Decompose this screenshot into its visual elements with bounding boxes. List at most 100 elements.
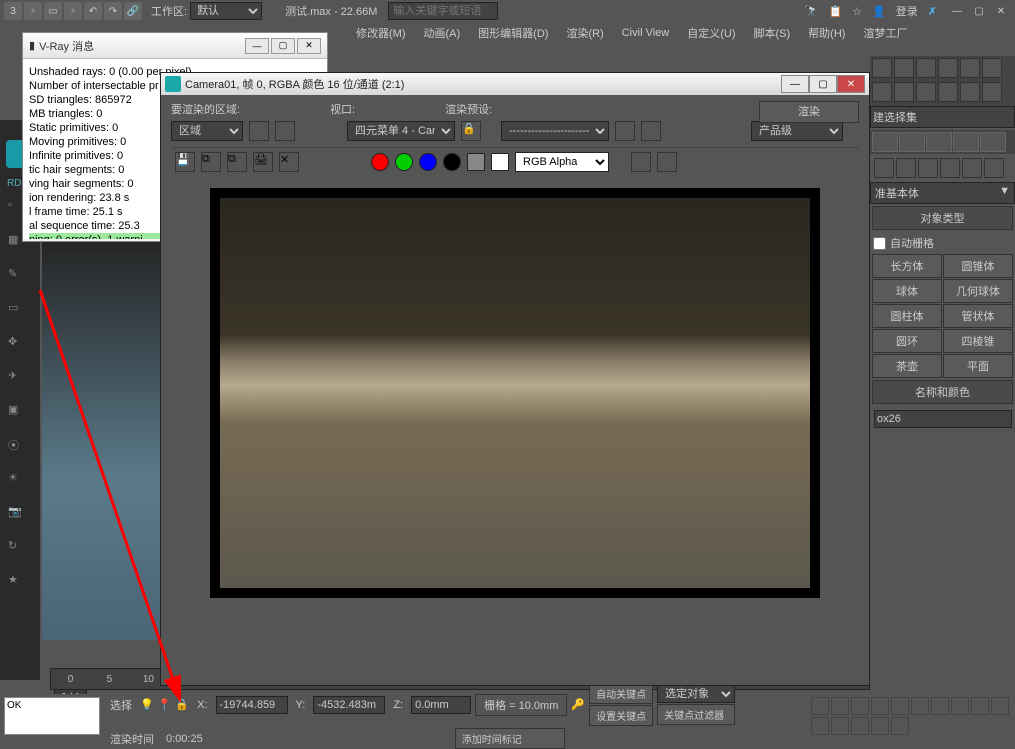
tool-icon[interactable] — [894, 82, 914, 102]
space-icon[interactable] — [984, 158, 1004, 178]
prim-box[interactable]: 长方体 — [872, 254, 942, 278]
goto-start-icon[interactable] — [811, 697, 829, 715]
region-opt1-icon[interactable] — [249, 121, 269, 141]
object-name-input[interactable] — [874, 410, 1012, 428]
light-obj-icon[interactable] — [918, 158, 938, 178]
menu-modifiers[interactable]: 修改器(M) — [350, 22, 412, 44]
print-icon[interactable]: 🖨 — [253, 152, 273, 172]
nav-icon[interactable] — [891, 717, 909, 735]
key-filter-button[interactable]: 关键点过滤器 — [657, 704, 735, 725]
binoculars-icon[interactable]: 🔭 — [805, 5, 819, 18]
redo-icon[interactable]: ↷ — [104, 2, 122, 20]
save-file-icon[interactable]: ▫ — [64, 2, 82, 20]
save-img-icon[interactable]: 💾 — [175, 152, 195, 172]
object-type-header[interactable]: 对象类型 — [872, 206, 1013, 230]
login-label[interactable]: 登录 — [896, 3, 918, 19]
viewport-background[interactable] — [42, 240, 162, 640]
render-minimize-button[interactable]: — — [781, 75, 809, 93]
prim-pyramid[interactable]: 四棱锥 — [943, 329, 1013, 353]
maxscript-listener[interactable]: OK — [4, 697, 100, 735]
z-coord-input[interactable] — [411, 696, 471, 714]
open-file-icon[interactable]: ▭ — [44, 2, 62, 20]
name-color-header[interactable]: 名称和颜色 — [872, 380, 1013, 404]
render-close-button[interactable]: ✕ — [837, 75, 865, 93]
hierarchy-tab-icon[interactable] — [926, 132, 952, 152]
prim-cylinder[interactable]: 圆柱体 — [872, 304, 942, 328]
blue-channel-icon[interactable] — [419, 153, 437, 171]
vray-titlebar[interactable]: ▮ V-Ray 消息 — ▢ ✕ — [23, 33, 327, 59]
prim-torus[interactable]: 圆环 — [872, 329, 942, 353]
render-maximize-button[interactable]: ▢ — [809, 75, 837, 93]
region-select[interactable]: 区域 — [171, 121, 243, 141]
geom-icon[interactable] — [874, 158, 894, 178]
primitive-set-dropdown[interactable]: 准基本体▼ — [870, 182, 1015, 204]
prim-teapot[interactable]: 茶壶 — [872, 354, 942, 378]
lock-status-icon[interactable]: 🔒 — [175, 698, 189, 711]
batch-icon[interactable]: ▣ — [8, 403, 32, 427]
x-logo-icon[interactable]: ✗ — [928, 5, 937, 18]
nav-icon[interactable] — [991, 697, 1009, 715]
search-input[interactable] — [388, 2, 498, 20]
screen-icon[interactable]: ▭ — [8, 301, 32, 325]
product-select[interactable]: 产品级 — [751, 121, 843, 141]
preset-opt1-icon[interactable] — [615, 121, 635, 141]
overlay2-icon[interactable] — [657, 152, 677, 172]
tool-icon[interactable] — [916, 82, 936, 102]
favorite-icon[interactable]: ★ — [8, 573, 32, 597]
render-output-image[interactable] — [210, 188, 820, 598]
alpha-select[interactable]: RGB Alpha — [515, 152, 609, 172]
render-titlebar[interactable]: Camera01, 帧 0, RGBA 颜色 16 位/通道 (2:1) — ▢… — [161, 73, 869, 95]
clear-icon[interactable]: ✕ — [279, 152, 299, 172]
red-channel-icon[interactable] — [371, 153, 389, 171]
new-file-icon[interactable]: ▫ — [24, 2, 42, 20]
link-icon[interactable]: 🔗 — [124, 2, 142, 20]
menu-help[interactable]: 帮助(H) — [802, 22, 851, 44]
tool-icon[interactable] — [960, 82, 980, 102]
next-frame-icon[interactable] — [871, 697, 889, 715]
nav-icon[interactable] — [951, 697, 969, 715]
bulb-icon[interactable]: 💡 — [140, 698, 154, 711]
nav-icon[interactable] — [811, 717, 829, 735]
undo-icon[interactable]: ↶ — [84, 2, 102, 20]
maximize-button[interactable]: ▢ — [969, 3, 989, 19]
y-coord-input[interactable] — [313, 696, 385, 714]
copy-icon[interactable]: ⧉ — [201, 152, 221, 172]
region-opt2-icon[interactable] — [275, 121, 295, 141]
vray-maximize-button[interactable]: ▢ — [271, 38, 295, 54]
auto-grid-checkbox[interactable] — [873, 237, 886, 250]
alpha-channel-icon[interactable] — [443, 153, 461, 171]
tool-icon[interactable] — [916, 58, 936, 78]
tool-icon[interactable] — [982, 58, 1002, 78]
prim-sphere[interactable]: 球体 — [872, 279, 942, 303]
close-button[interactable]: ✕ — [991, 3, 1011, 19]
prim-geosphere[interactable]: 几何球体 — [943, 279, 1013, 303]
nav-icon[interactable] — [911, 697, 929, 715]
tool-icon[interactable] — [872, 58, 892, 78]
preset-select[interactable]: ------------------------- — [501, 121, 609, 141]
prim-plane[interactable]: 平面 — [943, 354, 1013, 378]
motion-tab-icon[interactable] — [953, 132, 979, 152]
camera-icon[interactable]: 📷 — [8, 505, 32, 529]
prev-frame-icon[interactable] — [831, 697, 849, 715]
menu-script[interactable]: 脚本(S) — [748, 22, 797, 44]
goto-end-icon[interactable] — [891, 697, 909, 715]
clipboard-icon[interactable]: 📋 — [829, 5, 843, 18]
workspace-select[interactable]: 默认 — [190, 2, 262, 20]
nav-icon[interactable] — [971, 697, 989, 715]
viewport-select[interactable]: 四元菜单 4 - Can — [347, 121, 455, 141]
green-channel-icon[interactable] — [395, 153, 413, 171]
move-icon[interactable]: ✥ — [8, 335, 32, 359]
user-icon[interactable]: 👤 — [872, 5, 886, 18]
plane-icon[interactable]: ✈ — [8, 369, 32, 393]
prim-cone[interactable]: 圆锥体 — [943, 254, 1013, 278]
tool-icon[interactable] — [872, 82, 892, 102]
menu-animation[interactable]: 动画(A) — [418, 22, 467, 44]
camera-obj-icon[interactable] — [940, 158, 960, 178]
helper-icon[interactable] — [962, 158, 982, 178]
color-icon[interactable]: ⦿ — [8, 437, 32, 461]
tool-icon[interactable] — [894, 58, 914, 78]
render-button[interactable]: 渲染 — [759, 101, 859, 123]
menu-customize[interactable]: 自定义(U) — [681, 22, 741, 44]
tool-icon[interactable] — [982, 82, 1002, 102]
display-tab-icon[interactable] — [980, 132, 1006, 152]
